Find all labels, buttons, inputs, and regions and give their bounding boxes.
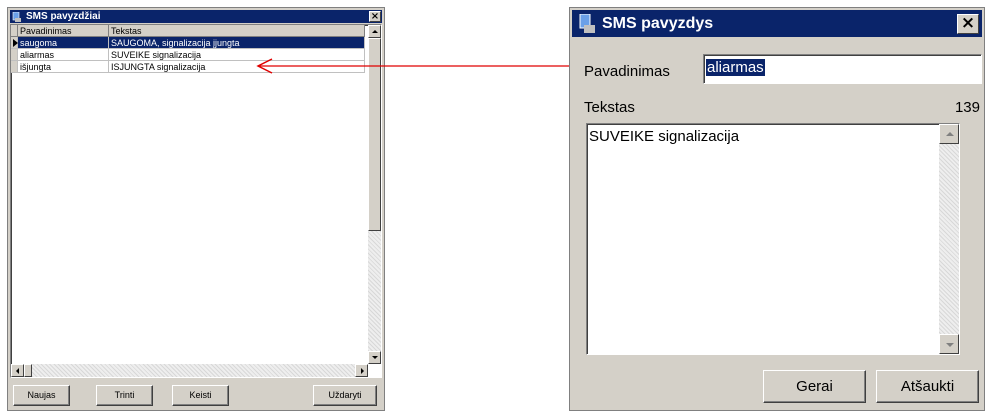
chevron-left-icon xyxy=(16,368,19,374)
scroll-up-button[interactable] xyxy=(939,124,959,144)
chevron-right-icon xyxy=(361,368,364,374)
name-label: Pavadinimas xyxy=(584,63,670,80)
text-area[interactable]: SUVEIKE signalizacija xyxy=(586,123,960,355)
row-indicator xyxy=(11,36,18,49)
app-window-icon xyxy=(12,11,22,22)
list-window-titlebar[interactable]: SMS pavyzdžiai xyxy=(10,10,382,23)
delete-button[interactable]: Trinti xyxy=(96,385,153,406)
edit-button[interactable]: Keisti xyxy=(172,385,229,406)
sms-edit-dialog: SMS pavyzdys × Pavadinimas aliarmas Teks… xyxy=(569,7,985,411)
new-button-label: Naujas xyxy=(27,390,56,400)
scroll-right-button[interactable] xyxy=(355,364,368,377)
grid-horizontal-scrollbar[interactable] xyxy=(11,364,368,377)
close-icon: × xyxy=(960,13,976,33)
ok-button-label: Gerai xyxy=(796,378,833,395)
ok-button[interactable]: Gerai xyxy=(763,370,866,403)
scroll-up-button[interactable] xyxy=(368,25,381,38)
scroll-down-button[interactable] xyxy=(939,334,959,354)
char-count: 139 xyxy=(954,99,980,116)
cancel-button[interactable]: Atšaukti xyxy=(876,370,979,403)
row-indicator xyxy=(11,48,18,61)
scroll-left-button[interactable] xyxy=(11,364,24,377)
column-header-name[interactable]: Pavadinimas xyxy=(17,25,109,37)
dialog-title: SMS pavyzdys xyxy=(602,14,714,32)
sms-templates-grid: Pavadinimas Tekstas saugoma SAUGOMA, sig… xyxy=(10,24,382,378)
text-area-value: SUVEIKE signalizacija xyxy=(589,128,740,145)
list-window-close-button[interactable]: × xyxy=(369,11,381,22)
chevron-down-icon xyxy=(946,343,954,347)
grid-header-indicator xyxy=(11,25,18,37)
new-button[interactable]: Naujas xyxy=(13,385,70,406)
h-scroll-thumb[interactable] xyxy=(24,364,32,377)
close-button-label: Uždaryti xyxy=(328,390,362,400)
close-button[interactable]: Uždaryti xyxy=(313,385,377,406)
dialog-titlebar[interactable]: SMS pavyzdys xyxy=(572,10,982,37)
delete-button-label: Trinti xyxy=(114,390,135,400)
chevron-down-icon xyxy=(372,356,378,359)
edit-button-label: Keisti xyxy=(189,390,212,400)
text-area-scrollbar[interactable] xyxy=(939,124,959,354)
cancel-button-label: Atšaukti xyxy=(900,378,955,395)
column-header-text[interactable]: Tekstas xyxy=(108,25,365,37)
grid-header-row: Pavadinimas Tekstas xyxy=(11,25,365,37)
list-window-title: SMS pavyzdžiai xyxy=(26,11,101,22)
row-indicator xyxy=(11,60,18,73)
cell-name[interactable]: saugoma xyxy=(17,36,109,49)
table-row[interactable]: saugoma SAUGOMA, signalizacija įjungta xyxy=(11,36,365,49)
current-row-icon xyxy=(13,39,18,47)
dialog-close-button[interactable]: × xyxy=(957,14,979,34)
name-field-value: aliarmas xyxy=(706,59,765,76)
cell-name[interactable]: aliarmas xyxy=(17,48,109,61)
cell-text[interactable]: SAUGOMA, signalizacija įjungta xyxy=(108,36,365,49)
red-arrow-annotation xyxy=(256,58,570,74)
scroll-down-button[interactable] xyxy=(368,351,381,364)
text-label: Tekstas xyxy=(584,99,635,116)
close-icon: × xyxy=(370,11,380,22)
cell-name[interactable]: išjungta xyxy=(17,60,109,73)
chevron-up-icon xyxy=(946,132,954,136)
name-field[interactable]: aliarmas xyxy=(703,54,982,84)
chevron-up-icon xyxy=(372,30,378,33)
app-window-icon xyxy=(578,13,596,34)
